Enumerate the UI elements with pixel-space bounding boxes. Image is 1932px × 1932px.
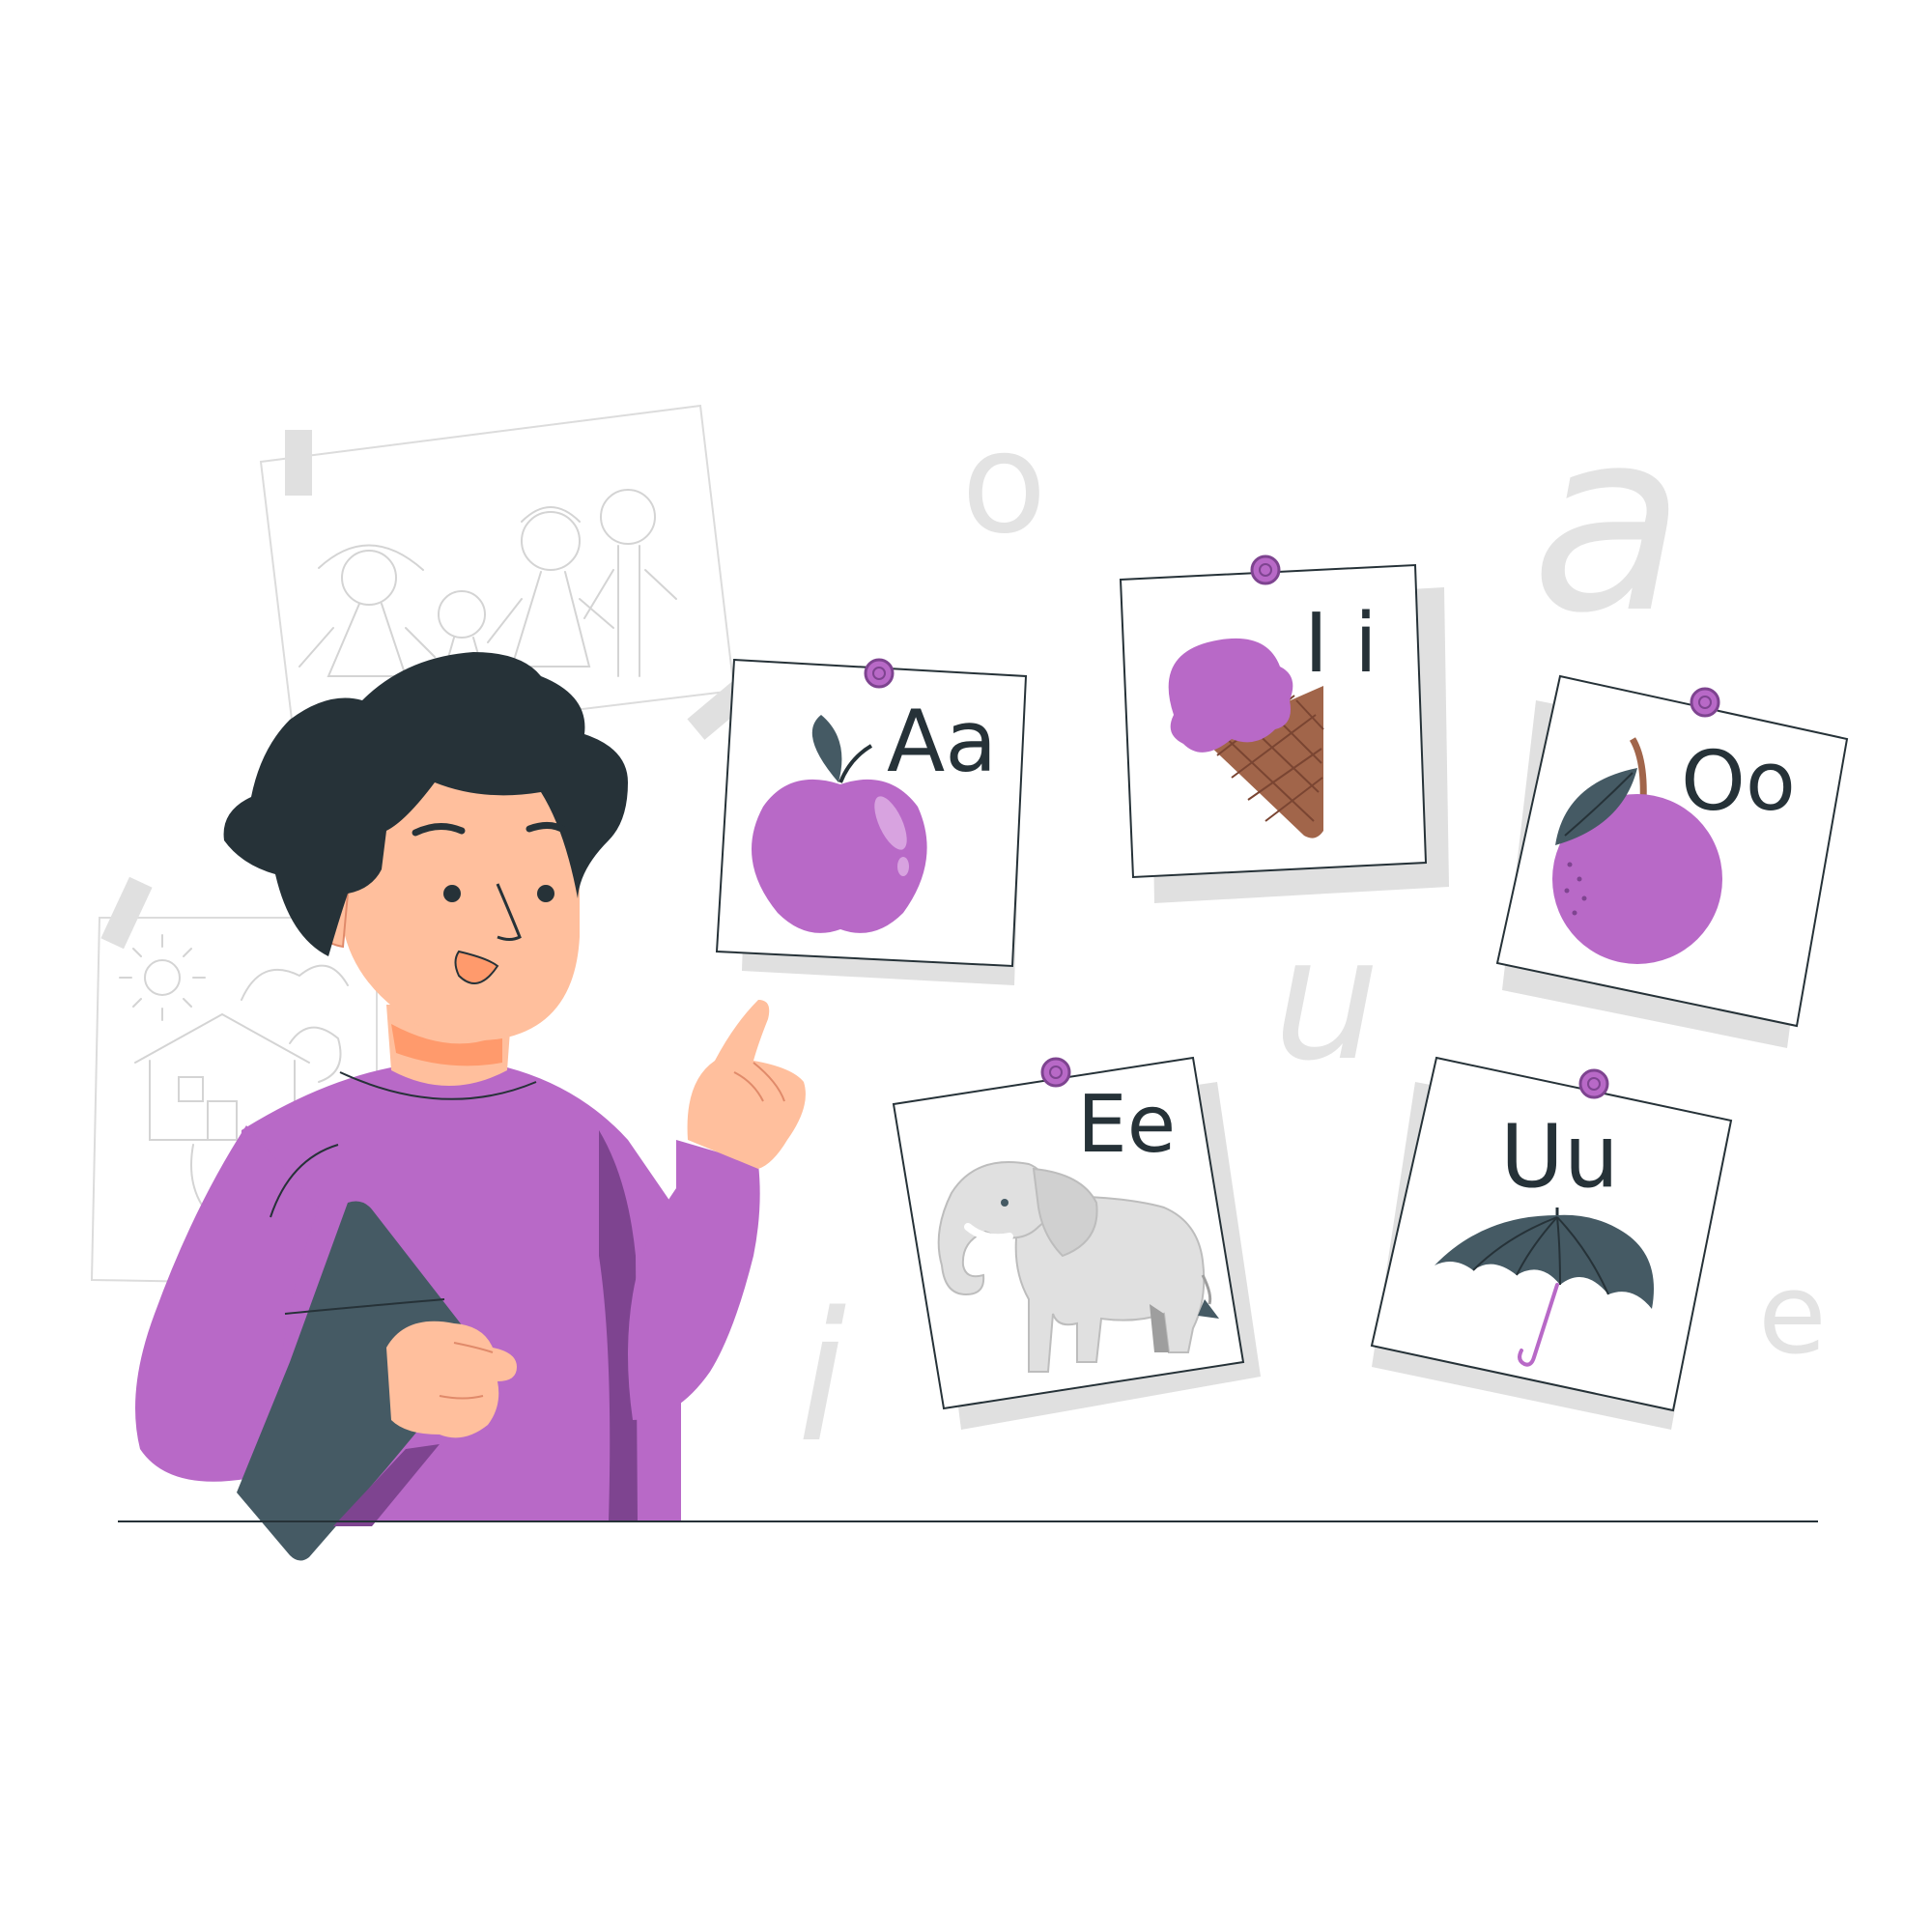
vowel-card-o: Oo	[1495, 674, 1849, 1048]
vowel-card-a: Aa	[715, 658, 1028, 985]
pointing-hand	[687, 1000, 806, 1169]
background-letter-i: i	[797, 1273, 846, 1482]
illustration: o a u i e Aa I i Oo Ee Uu	[90, 377, 1849, 1561]
eye	[537, 885, 554, 902]
background-letter-o: o	[961, 402, 1047, 565]
background-letter-e: e	[1758, 1250, 1827, 1379]
vowel-card-u: Uu	[1370, 1056, 1733, 1430]
pushpin	[1578, 1068, 1609, 1099]
card-label: Ee	[1077, 1079, 1176, 1171]
card-label: Oo	[1681, 734, 1796, 830]
background-letter-u: u	[1273, 902, 1380, 1098]
card-label: I i	[1304, 596, 1378, 692]
tape-strip	[285, 430, 312, 496]
eye	[443, 885, 461, 902]
pushpin	[1250, 554, 1281, 585]
card-label: Uu	[1500, 1106, 1619, 1208]
vowel-card-i: I i	[1119, 554, 1449, 903]
card-label: Aa	[887, 692, 997, 791]
pushpin	[1040, 1057, 1071, 1088]
background-letter-a: a	[1531, 377, 1685, 668]
vowel-card-e: Ee	[892, 1056, 1261, 1430]
pushpin	[1690, 687, 1720, 718]
pushpin	[864, 658, 895, 689]
